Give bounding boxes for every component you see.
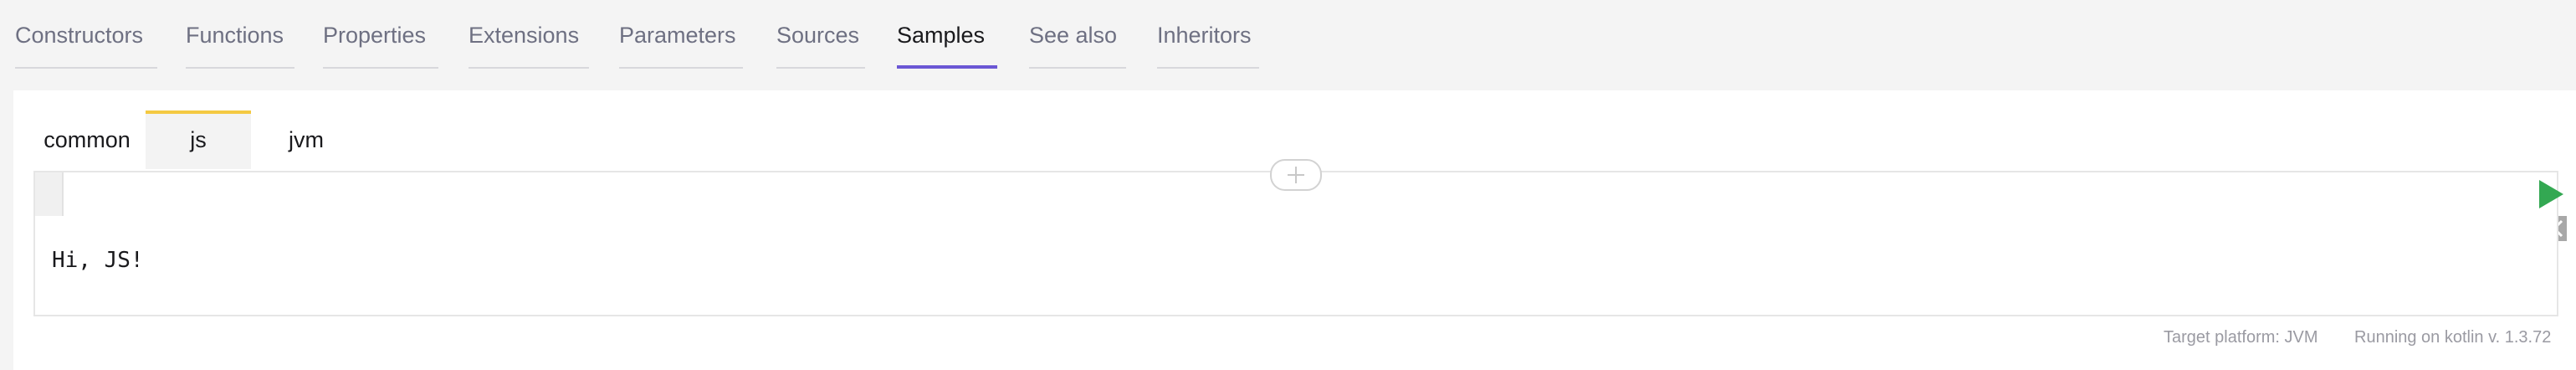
tab-inheritors[interactable]: Inheritors xyxy=(1157,22,1259,69)
tab-underline-active xyxy=(897,65,997,69)
tab-label: Functions xyxy=(186,23,284,48)
tab-extensions[interactable]: Extensions xyxy=(469,22,589,69)
tab-label: Properties xyxy=(323,23,427,48)
tab-label: Samples xyxy=(897,23,986,48)
tab-underline xyxy=(15,67,157,69)
kotlin-version-label: Running on kotlin v. 1.3.72 xyxy=(2354,328,2552,347)
tab-label: Inheritors xyxy=(1157,23,1252,48)
tab-constructors[interactable]: Constructors xyxy=(15,22,157,69)
samples-panel: common js jvm Hi, JS! Target platform: J… xyxy=(13,90,2576,370)
tab-underline xyxy=(186,67,294,69)
output-text: Hi, JS! xyxy=(52,248,144,273)
platform-tab-jvm[interactable]: jvm xyxy=(253,110,360,169)
platform-tab-label: jvm xyxy=(289,126,324,152)
tab-samples[interactable]: Samples xyxy=(897,22,997,69)
line-gutter xyxy=(35,172,64,216)
tab-label: Constructors xyxy=(15,23,144,48)
tab-underline xyxy=(469,67,589,69)
tab-label: See also xyxy=(1029,23,1118,48)
tab-underline xyxy=(776,67,865,69)
tab-functions[interactable]: Functions xyxy=(186,22,294,69)
tab-see-also[interactable]: See also xyxy=(1029,22,1126,69)
run-button[interactable] xyxy=(2538,179,2564,209)
plus-icon xyxy=(1288,167,1304,183)
tab-sources[interactable]: Sources xyxy=(776,22,865,69)
tab-properties[interactable]: Properties xyxy=(323,22,438,69)
tab-label: Sources xyxy=(776,23,860,48)
target-platform-label: Target platform: JVM xyxy=(2164,328,2318,347)
section-tab-bar: Constructors Functions Properties Extens… xyxy=(0,0,2576,84)
tab-label: Parameters xyxy=(619,23,736,48)
tab-underline xyxy=(1029,67,1126,69)
platform-tab-label: common xyxy=(44,126,131,152)
tab-underline xyxy=(1157,67,1259,69)
platform-tab-label: js xyxy=(190,126,207,152)
output-panel: Hi, JS! xyxy=(33,216,2558,316)
tab-label: Extensions xyxy=(469,23,580,48)
platform-tab-common[interactable]: common xyxy=(33,110,141,169)
platform-tab-js[interactable]: js xyxy=(146,110,251,169)
expand-button[interactable] xyxy=(1270,159,1322,191)
play-icon xyxy=(2539,180,2563,208)
tab-parameters[interactable]: Parameters xyxy=(619,22,743,69)
tab-underline xyxy=(323,67,438,69)
tab-underline xyxy=(619,67,743,69)
